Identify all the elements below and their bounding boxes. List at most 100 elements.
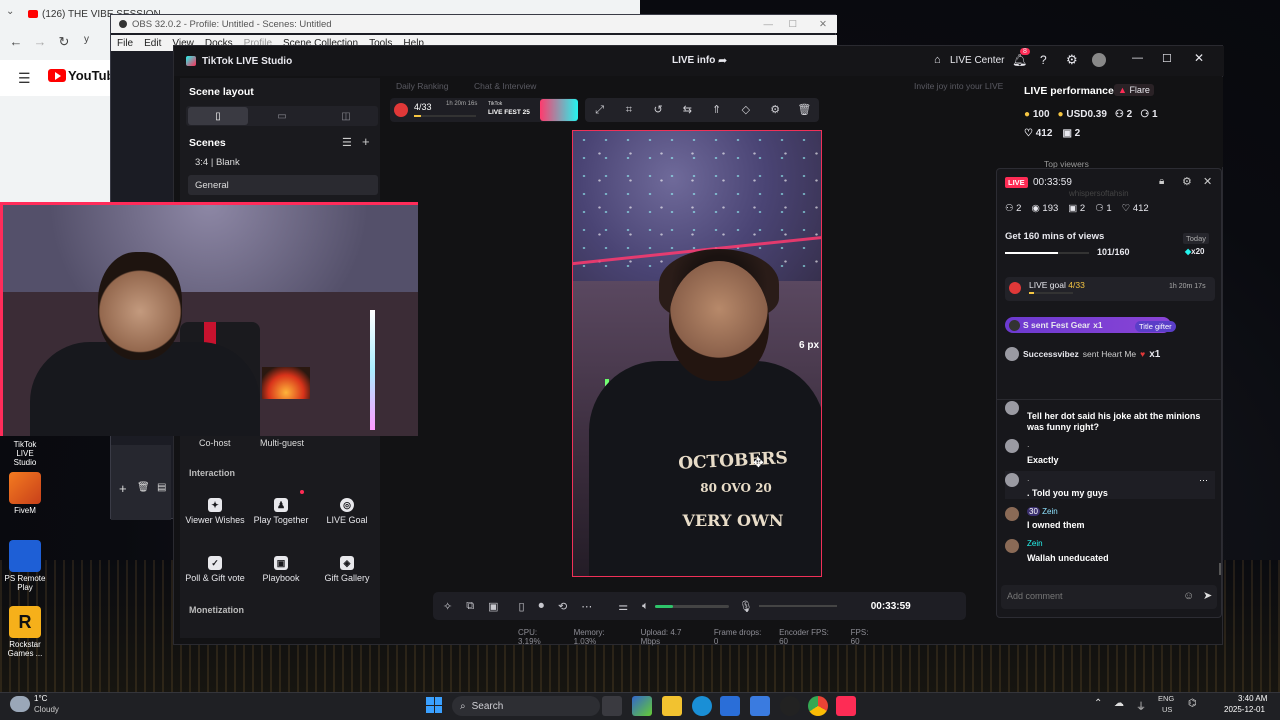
invite-banner[interactable]: Invite joy into your LIVE [914, 81, 1003, 91]
microsoft-store-icon[interactable] [720, 696, 740, 716]
record-icon[interactable]: ⏺ [539, 600, 545, 613]
goal-strip[interactable]: 4/33 1h 20m 16s TikTok LIVE FEST 25 [390, 98, 578, 122]
hamburger-menu-icon[interactable]: ☰ [18, 70, 31, 87]
scene-item-selected[interactable]: General [188, 175, 378, 195]
file-explorer-icon[interactable] [662, 696, 682, 716]
close-icon[interactable]: ✕ [1194, 51, 1204, 65]
notification-bell-icon[interactable]: 🔔︎ [1012, 53, 1027, 67]
popup-close-icon[interactable]: ✕ [1203, 175, 1212, 188]
add-scene-icon[interactable]: + [362, 134, 370, 149]
source-settings-icon[interactable]: ⚙ [768, 103, 782, 117]
rotate-icon[interactable]: ↺ [651, 103, 665, 117]
microphone-icon[interactable]: 🎙︎ [739, 600, 753, 613]
task-view-icon[interactable] [602, 696, 622, 716]
start-menu-icon[interactable] [426, 697, 442, 713]
viewer-wishes-tool[interactable]: ✦ Viewer Wishes [184, 486, 246, 536]
send-icon[interactable]: ➤ [1203, 589, 1212, 602]
copilot-icon[interactable] [632, 696, 652, 716]
fit-screen-icon[interactable]: ⤢ [593, 103, 607, 117]
desktop-icon-fivem[interactable]: FiveM [4, 472, 46, 515]
live-info-popup[interactable]: LIVE 00:33:59 whispersoftahsin 🔒︎ ⚙ ✕ ⚇ … [996, 168, 1223, 618]
live-center-icon[interactable]: ⌂ [934, 54, 941, 66]
settings-gear-icon[interactable]: ⚙ [1066, 52, 1078, 68]
screen-capture-icon[interactable]: ⧉ [466, 600, 474, 613]
obs-minimize-icon[interactable]: — [764, 19, 774, 30]
live-preview-canvas[interactable]: OCTOBERS 80 OVO 20 VERY OWN [572, 130, 822, 577]
share-icon[interactable]: ➦ [718, 54, 727, 67]
tab-daily-ranking[interactable]: Daily Ranking [396, 81, 448, 91]
obs-close-icon[interactable]: ✕ [819, 19, 827, 30]
menu-file[interactable]: File [117, 38, 133, 49]
back-icon[interactable]: ← [8, 34, 24, 50]
cohost-button[interactable]: Co-host [199, 438, 231, 448]
replay-icon[interactable]: ⟲ [558, 600, 567, 613]
live-center-link[interactable]: LIVE Center [950, 55, 1004, 66]
app-icon[interactable] [750, 696, 770, 716]
comment-more-icon[interactable]: ⋯ [1199, 475, 1208, 486]
magic-effects-icon[interactable]: ✧ [443, 600, 452, 613]
chat-comment-hovered[interactable]: . . Told you my guys ⋯ [1005, 471, 1215, 499]
clock-time[interactable]: 3:40 AM [1238, 694, 1267, 703]
source-properties-icon[interactable]: ▤ [157, 482, 166, 493]
live-goal-card[interactable]: LIVE goal 4/33 1h 20m 17s [1005, 277, 1215, 301]
speaker-icon[interactable]: 🔈︎ [642, 600, 649, 613]
speaker-volume-slider[interactable] [654, 604, 729, 608]
chrome-icon[interactable] [808, 696, 828, 716]
tab-chat-interview[interactable]: Chat & Interview [474, 81, 536, 91]
reload-icon[interactable]: ↻ [56, 34, 72, 50]
crop-icon[interactable]: ⌗ [622, 103, 636, 117]
flip-icon[interactable]: ⇆ [680, 103, 694, 117]
obs-titlebar[interactable]: OBS 32.0.2 - Profile: Untitled - Scenes:… [111, 15, 837, 33]
forward-icon[interactable]: → [32, 34, 48, 50]
flare-badge[interactable]: ▲ Flare [1114, 84, 1154, 96]
scene-item[interactable]: 3:4 | Blank [188, 152, 378, 172]
popup-settings-icon[interactable]: ⚙ [1182, 175, 1192, 188]
language-indicator[interactable]: ENG [1158, 694, 1174, 703]
help-icon[interactable]: ? [1040, 53, 1047, 67]
tray-overflow-icon[interactable]: ⌃ [1094, 698, 1102, 709]
add-source-icon[interactable]: + [119, 481, 127, 496]
usb-icon[interactable]: ⏚ [1136, 698, 1146, 713]
portrait-layout-icon[interactable]: ▯ [188, 107, 248, 125]
weather-cloud-icon[interactable] [10, 696, 30, 712]
delete-source-icon[interactable]: 🗑 [137, 482, 150, 493]
profile-avatar[interactable] [1092, 53, 1106, 67]
playbook-tool[interactable]: ▣ Playbook [250, 544, 312, 594]
poll-gift-vote-tool[interactable]: ✓ Poll & Gift vote [184, 544, 246, 594]
edge-browser-icon[interactable] [692, 696, 712, 716]
split-layout-icon[interactable]: ◫ [316, 107, 376, 125]
minimize-icon[interactable]: — [1132, 52, 1143, 64]
webcam-overlay[interactable] [0, 202, 418, 436]
taskbar-search[interactable]: ⌕ Search [452, 696, 600, 716]
mic-volume-slider[interactable] [758, 605, 837, 607]
onedrive-icon[interactable]: ☁ [1114, 698, 1124, 709]
move-up-icon[interactable]: ⇑ [710, 103, 724, 117]
obs-maximize-icon[interactable]: ☐ [788, 19, 797, 30]
gift-gallery-tool[interactable]: ◈ Gift Gallery [316, 544, 378, 594]
obs-taskbar-icon[interactable] [780, 696, 800, 716]
more-options-icon[interactable]: ⋯ [581, 600, 592, 613]
menu-edit[interactable]: Edit [144, 38, 161, 49]
tab-list-icon[interactable]: ⌄ [6, 6, 14, 17]
scene-list-icon[interactable]: ☰ [342, 136, 352, 149]
address-bar[interactable]: y [84, 34, 112, 50]
landscape-layout-icon[interactable]: ▭ [252, 107, 312, 125]
desktop-icon-rockstar-games[interactable]: R Rockstar Games ... [4, 606, 46, 658]
desktop-icon-tiktok-live-studio[interactable]: TikTok LIVE Studio [4, 440, 46, 467]
delete-icon[interactable]: 🗑 [797, 103, 811, 117]
phone-layout-icon[interactable]: ▯ [518, 600, 524, 613]
tiktok-live-studio-taskbar-icon[interactable] [836, 696, 856, 716]
layers-icon[interactable]: ◇ [739, 103, 753, 117]
audio-mixer-icon[interactable]: ⚌ [618, 600, 628, 613]
camera-source-icon[interactable]: ▣ [488, 600, 498, 613]
desktop-icon-ps-remote-play[interactable]: PS Remote Play [4, 540, 46, 592]
live-info-title[interactable]: LIVE info [672, 55, 715, 66]
comment-input[interactable]: Add comment ☺ ➤ [1001, 585, 1217, 609]
play-together-tool[interactable]: ♟ Play Together [250, 486, 312, 536]
live-goal-tool[interactable]: ◎ LIVE Goal [316, 486, 378, 536]
multi-guest-button[interactable]: Multi-guest [260, 438, 304, 448]
lock-icon[interactable]: 🔒︎ [1159, 176, 1164, 187]
chat-scrollbar[interactable] [1219, 563, 1221, 575]
tiktok-titlebar[interactable]: TikTok LIVE Studio LIVE info ➦ ⌂ LIVE Ce… [174, 46, 1224, 76]
maximize-icon[interactable]: ☐ [1162, 52, 1172, 65]
